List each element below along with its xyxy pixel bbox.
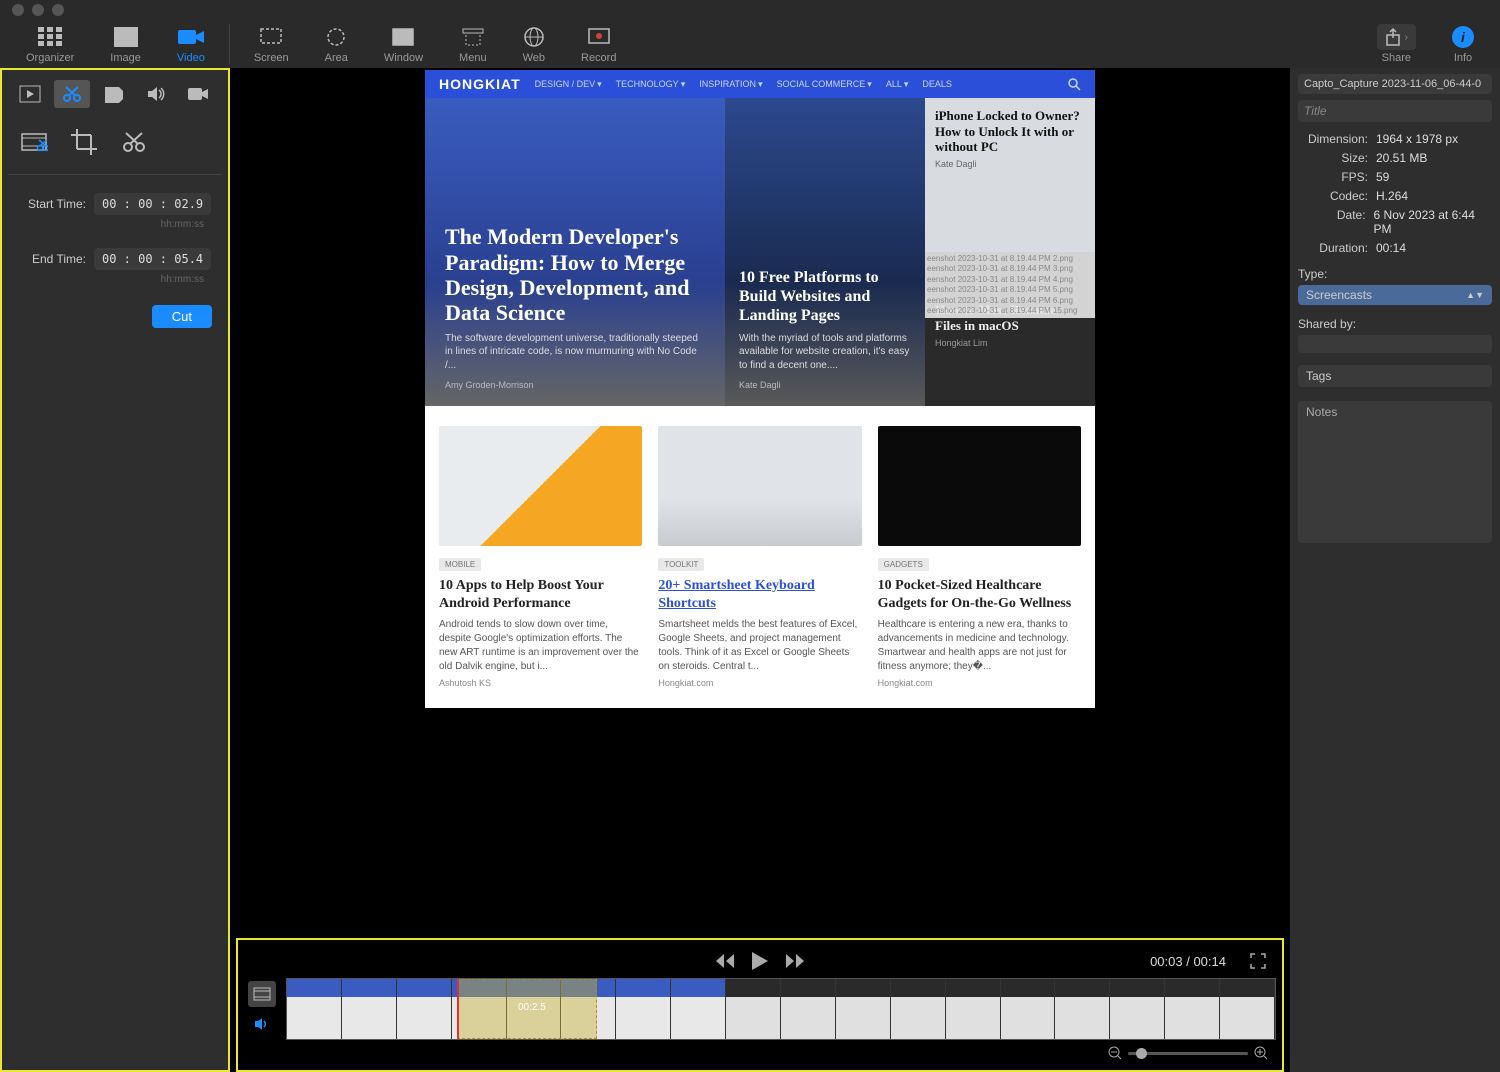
rewind-button[interactable] <box>714 952 736 970</box>
cut-button[interactable]: Cut <box>152 305 212 328</box>
date-value: 6 Nov 2023 at 6:44 PM <box>1374 208 1492 236</box>
search-icon <box>1067 77 1081 91</box>
duration-value: 00:14 <box>1376 241 1406 255</box>
title-field[interactable]: Title <box>1298 100 1492 122</box>
start-time-label: Start Time: <box>16 197 86 211</box>
article-card: TOOLKIT 20+ Smartsheet Keyboard Shortcut… <box>658 426 861 688</box>
trim-icon[interactable] <box>18 126 50 158</box>
notes-field[interactable] <box>1298 423 1492 543</box>
window-titlebar <box>0 0 1500 20</box>
audio-tool[interactable] <box>138 80 174 108</box>
audio-track-icon[interactable] <box>248 1011 276 1037</box>
share-icon: › <box>1377 24 1416 50</box>
hero-card: 10 Free Platforms to Build Websites and … <box>725 98 925 406</box>
info-button[interactable]: i Info <box>1434 24 1492 64</box>
organizer-tab[interactable]: Organizer <box>8 24 92 64</box>
play-button[interactable] <box>750 950 770 972</box>
hero-card: iPhone Locked to Owner? How to Unlock It… <box>925 98 1095 406</box>
dimension-value: 1964 x 1978 px <box>1376 132 1458 146</box>
sharedby-field[interactable] <box>1298 335 1492 353</box>
annotation-tool[interactable] <box>96 80 132 108</box>
article-card: MOBILE 10 Apps to Help Boost Your Androi… <box>439 426 642 688</box>
type-select[interactable]: Screencasts▲▼ <box>1298 285 1492 305</box>
screen-capture-button[interactable]: Screen <box>236 24 307 64</box>
cut-tool[interactable] <box>54 80 90 108</box>
playback-time: 00:03 / 00:14 <box>1150 954 1226 969</box>
area-capture-button[interactable]: Area <box>307 24 366 64</box>
scissors-icon[interactable] <box>118 126 150 158</box>
web-capture-button[interactable]: Web <box>505 24 563 64</box>
zoom-out-icon[interactable] <box>1108 1046 1122 1060</box>
timeline[interactable]: 00:2.5 <box>286 978 1276 1040</box>
time-format-hint: hh:mm:ss <box>8 219 204 230</box>
editor-sidebar: Start Time: 00 : 00 : 02.9 hh:mm:ss End … <box>0 68 230 1072</box>
menu-capture-button[interactable]: Menu <box>441 24 505 64</box>
image-tab[interactable]: Image <box>92 24 159 64</box>
nav-item: DESIGN / DEV ▾ <box>535 79 602 90</box>
preview-area: HONGKIAT DESIGN / DEV ▾ TECHNOLOGY ▾ INS… <box>230 68 1290 1072</box>
zoom-in-icon[interactable] <box>1254 1046 1268 1060</box>
forward-button[interactable] <box>784 952 806 970</box>
share-button[interactable]: › Share <box>1359 24 1434 64</box>
video-tab[interactable]: Video <box>159 24 223 64</box>
nav-item: ALL ▾ <box>886 79 909 90</box>
filename-field[interactable]: Capto_Capture 2023-11-06_06-44-0 <box>1298 74 1492 94</box>
nav-item: DEALS <box>922 79 952 89</box>
video-preview-frame: HONGKIAT DESIGN / DEV ▾ TECHNOLOGY ▾ INS… <box>425 70 1095 708</box>
fps-value: 59 <box>1376 170 1389 184</box>
end-time-input[interactable]: 00 : 00 : 05.4 <box>94 248 211 270</box>
size-value: 20.51 MB <box>1376 151 1427 165</box>
info-icon: i <box>1452 26 1474 48</box>
nav-item: INSPIRATION ▾ <box>699 79 762 90</box>
zoom-slider[interactable] <box>1128 1052 1248 1055</box>
fullscreen-button[interactable] <box>1250 953 1266 969</box>
window-capture-button[interactable]: Window <box>366 24 441 64</box>
nav-item: SOCIAL COMMERCE ▾ <box>777 79 872 90</box>
end-time-label: End Time: <box>16 252 86 266</box>
play-tool[interactable] <box>12 80 48 108</box>
start-time-input[interactable]: 00 : 00 : 02.9 <box>94 193 211 215</box>
playback-panel: 00:03 / 00:14 00:2 <box>236 938 1284 1072</box>
playhead[interactable] <box>457 978 459 1039</box>
file-list-overlay: eenshot 2023-10-31 at 8.19.44 PM 2.pngee… <box>925 252 1095 318</box>
tags-header[interactable]: Tags <box>1298 365 1492 387</box>
crop-icon[interactable] <box>68 126 100 158</box>
record-button[interactable]: Record <box>563 24 634 64</box>
codec-value: H.264 <box>1376 189 1408 203</box>
time-format-hint: hh:mm:ss <box>8 274 204 285</box>
close-window-dot[interactable] <box>12 4 24 16</box>
video-track-icon[interactable] <box>248 981 276 1007</box>
main-toolbar: Organizer Image Video Screen Area Window… <box>0 20 1500 68</box>
timeline-selection[interactable]: 00:2.5 <box>457 979 597 1039</box>
minimize-window-dot[interactable] <box>32 4 44 16</box>
info-panel: Capto_Capture 2023-11-06_06-44-0 Title D… <box>1290 68 1500 1072</box>
camera-tool[interactable] <box>180 80 216 108</box>
zoom-window-dot[interactable] <box>52 4 64 16</box>
nav-item: TECHNOLOGY ▾ <box>616 79 686 90</box>
article-card: GADGETS 10 Pocket-Sized Healthcare Gadge… <box>878 426 1081 688</box>
hero-card: The Modern Developer's Paradigm: How to … <box>425 98 725 406</box>
site-logo: HONGKIAT <box>439 76 521 92</box>
